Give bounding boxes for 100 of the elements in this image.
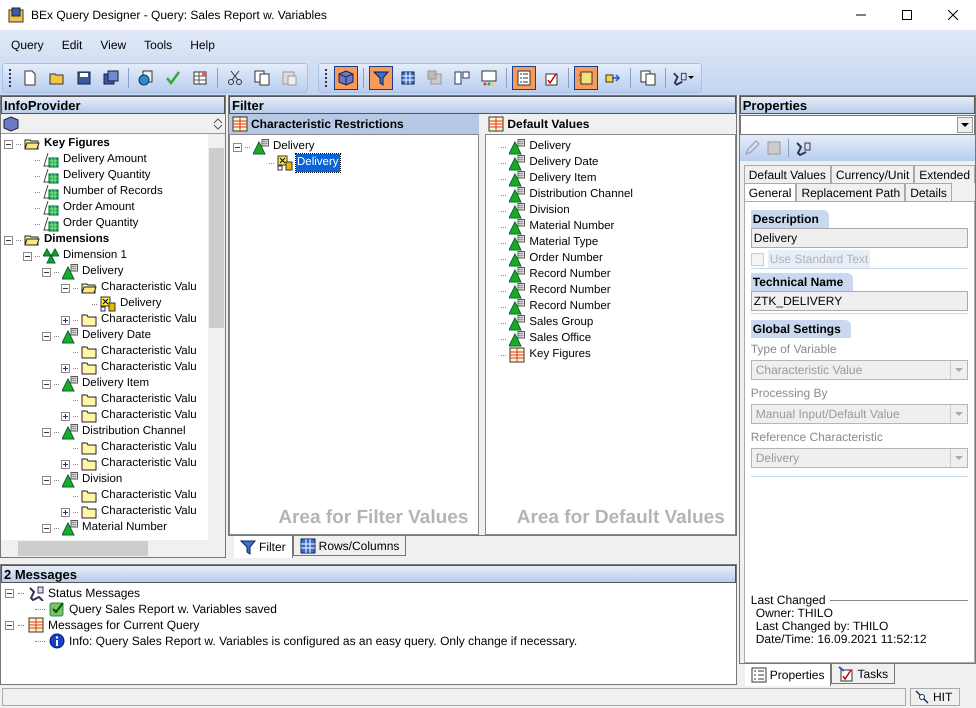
tree-item[interactable]: Characteristic Valu — [100, 407, 198, 425]
tree-item[interactable]: Delivery — [81, 263, 125, 281]
tree-item[interactable]: Delivery — [528, 138, 572, 156]
tree-item[interactable]: Distribution Channel — [81, 423, 187, 441]
tree-item[interactable]: Distribution Channel — [528, 186, 634, 204]
folder-icon — [81, 408, 97, 424]
tree-item[interactable]: Material Number — [81, 519, 168, 537]
bottom-tab[interactable]: Rows/Columns — [292, 536, 406, 556]
menu-item[interactable]: View — [93, 36, 134, 54]
tree-item[interactable]: Delivery Date — [81, 327, 152, 345]
tree-item[interactable]: Division — [81, 471, 124, 489]
dropdown-arrow-icon — [955, 412, 963, 416]
tree-item[interactable]: Key Figures — [528, 346, 592, 364]
toolbar-button[interactable] — [334, 66, 358, 90]
menu-item[interactable]: Query — [4, 36, 51, 54]
tree-item[interactable]: Record Number — [528, 266, 612, 284]
toolbar-button[interactable] — [574, 66, 598, 90]
tree-item[interactable]: Record Number — [528, 298, 612, 316]
tree-item[interactable]: Delivery Item — [81, 375, 150, 393]
property-tab[interactable]: Currency/Unit — [830, 165, 914, 183]
tree-item[interactable]: Delivery Amount — [62, 151, 148, 169]
expand-icon[interactable] — [61, 364, 70, 372]
collapse-icon[interactable] — [42, 524, 51, 532]
tree-item[interactable]: Delivery — [272, 138, 316, 156]
tree-item[interactable]: Order Quantity — [62, 215, 140, 233]
property-tab[interactable]: Default Values — [744, 165, 831, 183]
tree-item[interactable]: Characteristic Valu — [100, 343, 198, 361]
collapse-icon[interactable] — [4, 236, 13, 244]
message-group[interactable]: Status Messages — [48, 584, 140, 602]
characteristic-icon — [509, 251, 526, 267]
tree-item[interactable]: Characteristic Valu — [100, 455, 198, 473]
tree-item[interactable]: Characteristic Valu — [100, 311, 198, 329]
tree-item[interactable]: Dimensions — [43, 231, 110, 249]
tree-item[interactable]: Order Number — [528, 250, 604, 268]
collapse-icon[interactable] — [5, 588, 14, 598]
characteristic-icon — [509, 235, 526, 251]
characteristic-icon — [509, 203, 526, 219]
collapse-icon[interactable] — [4, 140, 13, 148]
tree-item[interactable]: Order Amount — [62, 199, 136, 217]
wrench-icon[interactable] — [794, 140, 811, 156]
expand-icon[interactable] — [61, 460, 70, 468]
collapse-icon[interactable] — [233, 142, 242, 152]
tree-item[interactable]: Material Number — [528, 218, 616, 236]
expand-icon[interactable] — [61, 316, 70, 324]
collapse-icon[interactable] — [61, 284, 70, 292]
toolbar-button[interactable] — [369, 66, 393, 90]
menu-item[interactable]: Help — [183, 36, 222, 54]
tree-item[interactable]: Characteristic Valu — [100, 439, 198, 457]
key-figure-icon — [43, 184, 59, 200]
property-tab[interactable]: Extended — [914, 165, 975, 183]
tree-item[interactable]: Record Number — [528, 282, 612, 300]
expand-icon[interactable] — [61, 508, 70, 516]
app-icon — [8, 7, 24, 23]
sort-arrows-icon[interactable] — [213, 118, 223, 130]
collapse-icon[interactable] — [42, 332, 51, 340]
object-dropdown[interactable] — [740, 115, 975, 135]
tree-item[interactable]: Number of Records — [62, 183, 164, 201]
menu-item[interactable]: Tools — [137, 36, 180, 54]
tree-item[interactable]: Delivery Date — [528, 154, 600, 172]
tree-item[interactable]: Delivery Item — [528, 170, 598, 188]
characteristic-icon — [509, 171, 526, 187]
tree-item[interactable]: Characteristic Valu — [100, 359, 198, 377]
collapse-icon[interactable] — [42, 380, 51, 388]
tree-item[interactable]: Delivery — [119, 295, 163, 313]
columns-icon — [454, 70, 470, 86]
folder-icon — [81, 456, 97, 472]
bottom-tab[interactable]: Tasks — [831, 664, 896, 684]
description-field[interactable]: Delivery — [750, 228, 968, 248]
characteristic-icon — [62, 424, 78, 440]
vertical-scrollbar[interactable] — [208, 134, 225, 540]
technical-name-field[interactable]: ZTK_DELIVERY — [750, 291, 968, 311]
toolbar-button[interactable] — [512, 66, 536, 90]
characteristic-icon — [509, 155, 526, 171]
property-tab[interactable]: General — [744, 183, 796, 201]
menu-item[interactable]: Edit — [54, 36, 90, 54]
tree-item[interactable]: Sales Office — [528, 330, 592, 348]
bottom-tab[interactable]: Filter — [234, 536, 293, 558]
tree-item[interactable]: Key Figures — [43, 135, 111, 153]
collapse-icon[interactable] — [42, 428, 51, 436]
tree-item[interactable]: Delivery Quantity — [62, 167, 152, 185]
tree-item[interactable]: Characteristic Valu — [100, 503, 198, 521]
message-group[interactable]: Messages for Current Query — [48, 616, 200, 634]
property-tab[interactable]: Replacement Path — [796, 183, 906, 201]
collapse-icon[interactable] — [23, 252, 32, 260]
collapse-icon[interactable] — [42, 268, 51, 276]
tree-item[interactable]: Sales Group — [528, 314, 594, 332]
horizontal-scrollbar[interactable] — [1, 540, 225, 557]
tree-item[interactable]: Characteristic Valu — [100, 391, 198, 409]
tree-item[interactable]: Delivery — [296, 154, 340, 172]
tree-item[interactable]: Division — [528, 202, 571, 220]
tree-item[interactable]: Dimension 1 — [62, 247, 128, 265]
save-icon — [76, 70, 92, 86]
collapse-icon[interactable] — [5, 620, 14, 630]
bottom-tab[interactable]: Properties — [744, 664, 832, 686]
property-tab[interactable]: Details — [905, 183, 952, 201]
expand-icon[interactable] — [61, 412, 70, 420]
tree-item[interactable]: Characteristic Valu — [100, 487, 198, 505]
collapse-icon[interactable] — [42, 476, 51, 484]
tree-item[interactable]: Characteristic Valu — [100, 279, 198, 297]
tree-item[interactable]: Material Type — [528, 234, 600, 252]
